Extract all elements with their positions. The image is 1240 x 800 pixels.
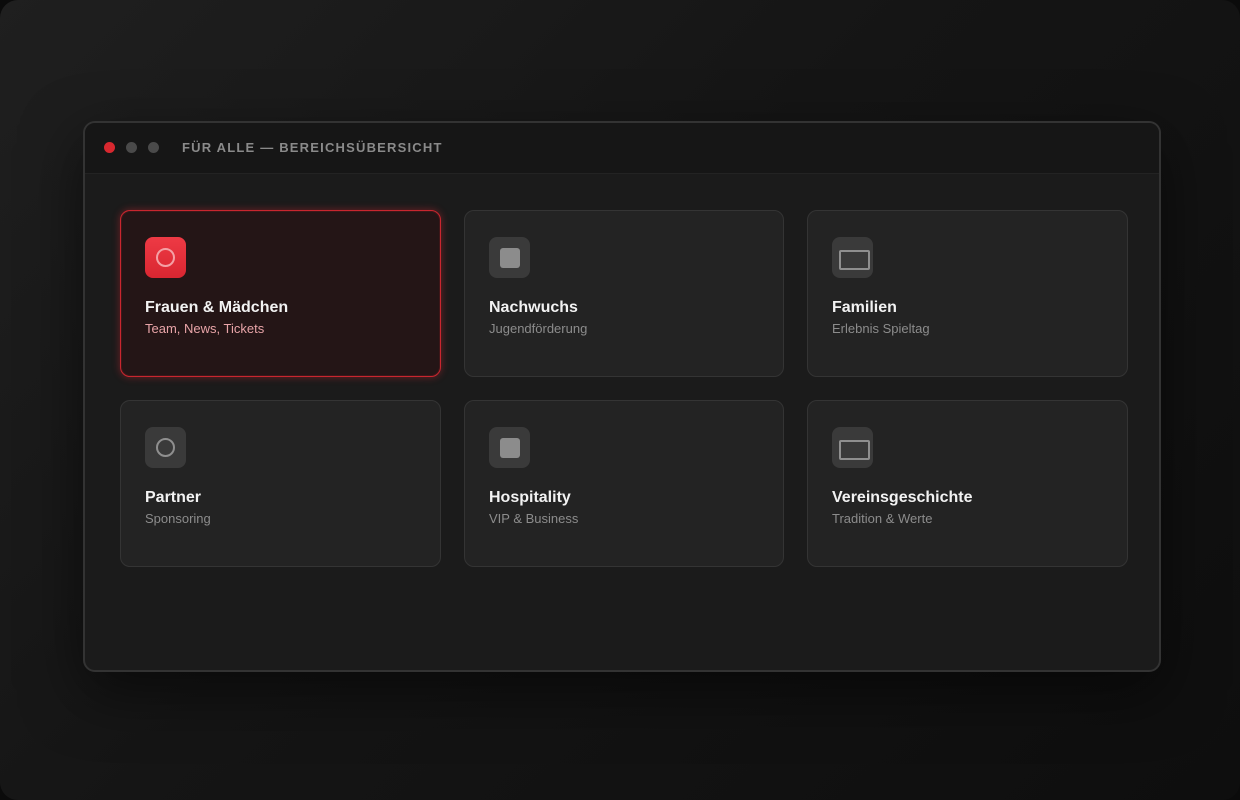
card-nachwuchs[interactable]: Nachwuchs Jugendförderung <box>464 210 784 377</box>
card-subtitle: Sponsoring <box>145 511 211 526</box>
card-vereinsgeschichte[interactable]: Vereinsgeschichte Tradition & Werte <box>807 400 1128 567</box>
circle-icon <box>145 237 186 278</box>
square-icon <box>489 237 530 278</box>
app-window: FÜR ALLE — BEREICHSÜBERSICHT Frauen & Mä… <box>83 121 1161 672</box>
card-subtitle: Team, News, Tickets <box>145 321 265 336</box>
card-subtitle: Jugendförderung <box>489 321 588 336</box>
card-hospitality[interactable]: Hospitality VIP & Business <box>464 400 784 567</box>
card-title: Nachwuchs <box>489 299 578 316</box>
circle-icon <box>145 427 186 468</box>
card-frauen-maedchen[interactable]: Frauen & Mädchen Team, News, Tickets <box>120 210 441 377</box>
card-title: Vereinsgeschichte <box>832 489 973 506</box>
card-subtitle: VIP & Business <box>489 511 579 526</box>
backdrop: FÜR ALLE — BEREICHSÜBERSICHT Frauen & Mä… <box>0 0 1240 800</box>
window-titlebar: FÜR ALLE — BEREICHSÜBERSICHT <box>85 123 1159 174</box>
card-partner[interactable]: Partner Sponsoring <box>120 400 441 567</box>
rectangle-icon <box>832 427 873 468</box>
card-title: Hospitality <box>489 489 571 506</box>
card-title: Partner <box>145 489 202 506</box>
card-title: Familien <box>832 299 897 316</box>
rectangle-icon <box>832 237 873 278</box>
square-icon <box>489 427 530 468</box>
section-grid: Frauen & Mädchen Team, News, Tickets Nac… <box>120 210 1128 567</box>
window-title: FÜR ALLE — BEREICHSÜBERSICHT <box>182 140 443 155</box>
card-subtitle: Erlebnis Spieltag <box>832 321 930 336</box>
close-window-button[interactable] <box>104 142 115 153</box>
card-familien[interactable]: Familien Erlebnis Spieltag <box>807 210 1128 377</box>
minimize-window-button[interactable] <box>126 142 137 153</box>
maximize-window-button[interactable] <box>148 142 159 153</box>
card-subtitle: Tradition & Werte <box>832 511 933 526</box>
card-title: Frauen & Mädchen <box>145 299 289 316</box>
